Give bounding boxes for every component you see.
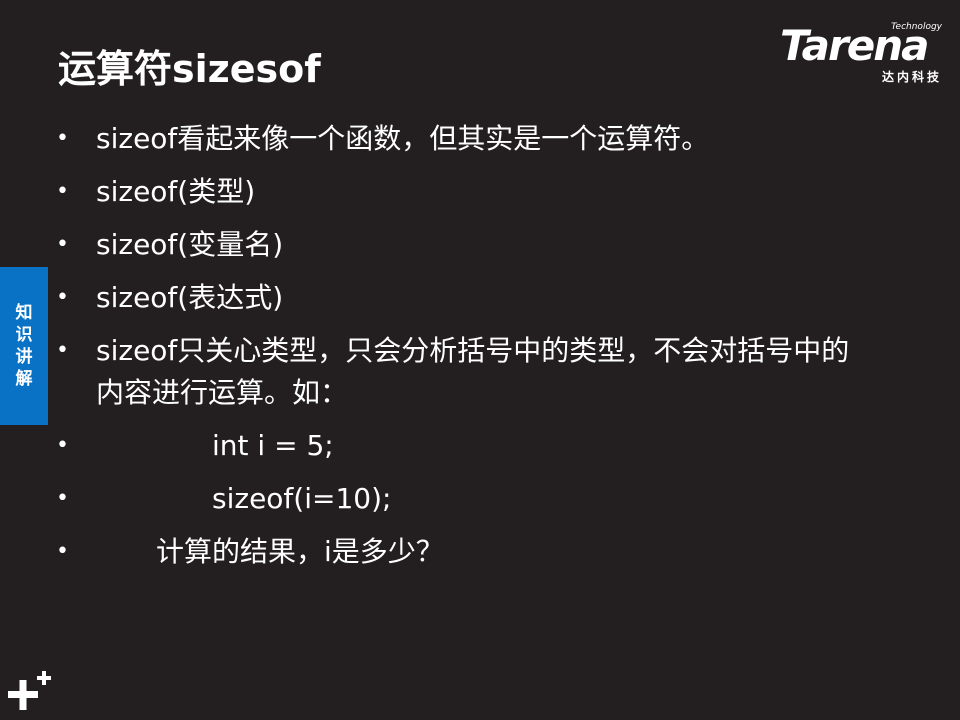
bullet-dot: • (56, 126, 69, 151)
bullet-dot: • (56, 179, 69, 204)
bullet-text: sizeof看起来像一个函数，但其实是一个运算符。 (96, 122, 710, 155)
bullet-item: • sizeof只关心类型，只会分析括号中的类型，不会对括号中的内容进行运算。如… (56, 330, 856, 414)
bullet-dot: • (56, 486, 69, 511)
bullet-item: • int i = 5; (56, 425, 876, 467)
bullet-dot: • (56, 285, 69, 310)
bullet-item: • sizeof看起来像一个函数，但其实是一个运算符。 (56, 118, 876, 160)
side-tab-char: 解 (15, 369, 33, 389)
slide: 运算符sizesof Technology Tarena 达内科技 知 识 讲 … (0, 0, 960, 720)
bullet-text: sizeof(变量名) (96, 228, 284, 261)
side-tab-char: 知 (15, 303, 33, 323)
bullet-text: sizeof只关心类型，只会分析括号中的类型，不会对括号中的内容进行运算。如： (96, 334, 850, 409)
side-tab-char: 讲 (15, 347, 33, 367)
tarena-logo: Technology Tarena 达内科技 (780, 22, 946, 84)
logo-subtitle-text: 达内科技 (881, 70, 942, 84)
logo-brand-text: Tarena (780, 21, 929, 70)
bullet-text: sizeof(i=10); (212, 482, 392, 515)
bullet-item: • sizeof(i=10); (56, 478, 876, 520)
bullet-item: • sizeof(表达式) (56, 277, 876, 319)
plus-decoration-icon (8, 671, 51, 710)
knowledge-side-tab: 知 识 讲 解 (0, 267, 48, 425)
side-tab-char: 识 (15, 325, 33, 345)
bullet-text: int i = 5; (212, 429, 334, 462)
bullet-item: • 计算的结果，i是多少？ (56, 531, 876, 573)
bullet-dot: • (56, 433, 69, 458)
bullet-item: • sizeof(变量名) (56, 224, 876, 266)
bullet-dot: • (56, 338, 69, 363)
bullet-text: sizeof(类型) (96, 175, 256, 208)
bullet-dot: • (56, 539, 69, 564)
bullet-dot: • (56, 232, 69, 257)
slide-title: 运算符sizesof (58, 47, 321, 91)
bullet-text: 计算的结果，i是多少？ (156, 535, 444, 568)
bullet-item: • sizeof(类型) (56, 171, 876, 213)
bullet-list: • sizeof看起来像一个函数，但其实是一个运算符。 • sizeof(类型)… (56, 118, 876, 584)
bullet-text: sizeof(表达式) (96, 281, 284, 314)
